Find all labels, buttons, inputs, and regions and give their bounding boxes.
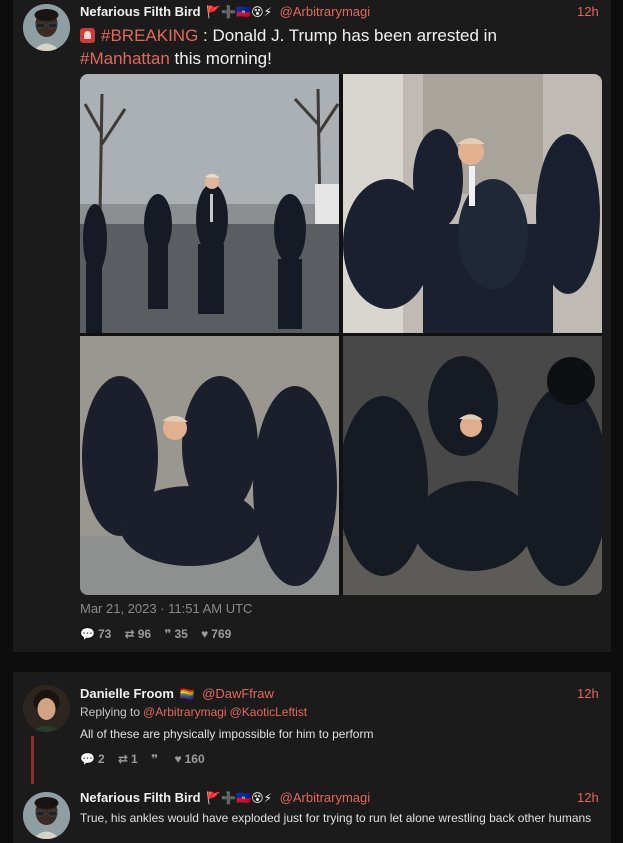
- reply1-name-line: Danielle Froom 🏳️‍🌈 @DawFfraw: [80, 686, 274, 701]
- replying-handle-2[interactable]: @KaoticLeftist: [230, 705, 308, 719]
- author-avatar[interactable]: [23, 4, 70, 51]
- comment-icon: 💬: [80, 627, 95, 641]
- comments-stat[interactable]: 💬 73: [80, 627, 111, 641]
- reply2-text: True, his ankles would have exploded jus…: [80, 811, 592, 825]
- retweets-stat[interactable]: ⇄ 96: [125, 627, 151, 641]
- reply1-time[interactable]: 12h: [577, 686, 599, 701]
- tweet-text: #BREAKING : Donald J. Trump has been arr…: [80, 24, 600, 70]
- quote-icon: ❞: [164, 627, 172, 641]
- reply1-likes-stat[interactable]: ♥ 160: [174, 752, 204, 766]
- tweet-date[interactable]: Mar 21, 2023 · 11:51 AM UTC: [80, 601, 252, 616]
- heart-icon: ♥: [201, 627, 209, 641]
- comment-icon: 💬: [80, 752, 95, 766]
- quotes-count: 35: [174, 627, 188, 641]
- reply2-name-line: Nefarious Filth Bird 🚩➕🇭🇹😵⚡ @Arbitraryma…: [80, 790, 370, 805]
- quotes-stat[interactable]: ❞ 35: [164, 627, 187, 641]
- author-name-line: Nefarious Filth Bird 🚩➕🇭🇹😵⚡ @Arbitraryma…: [80, 4, 370, 19]
- reply2-avatar[interactable]: [23, 792, 70, 839]
- photo-4[interactable]: [343, 336, 602, 595]
- reply1-avatar[interactable]: [23, 685, 70, 732]
- tweet-time[interactable]: 12h: [577, 4, 599, 19]
- reply1-quotes-stat[interactable]: ❞: [151, 752, 161, 766]
- heart-icon: ♥: [174, 752, 182, 766]
- reply2-author-name[interactable]: Nefarious Filth Bird: [80, 790, 201, 805]
- reply2-time[interactable]: 12h: [577, 790, 599, 805]
- replying-label: Replying to: [80, 705, 141, 719]
- reply2-handle[interactable]: @Arbitrarymagi: [280, 790, 371, 805]
- siren-icon: [80, 28, 95, 43]
- author-flags: 🚩➕🇭🇹😵⚡: [206, 5, 273, 19]
- tweet-text-end: this morning!: [169, 49, 272, 68]
- author-handle[interactable]: @Arbitrarymagi: [280, 4, 371, 19]
- thread-connector-line: [31, 736, 34, 784]
- reply1-comments-stat[interactable]: 💬 2: [80, 752, 105, 766]
- replying-to-line: Replying to @Arbitrarymagi @KaoticLeftist: [80, 705, 307, 719]
- hashtag-manhattan[interactable]: #Manhattan: [80, 49, 170, 68]
- reply1-text: All of these are physically impossible f…: [80, 727, 374, 741]
- reply2-flags: 🚩➕🇭🇹😵⚡: [206, 791, 273, 805]
- photo-2[interactable]: [343, 74, 602, 333]
- tweet-stats: 💬 73 ⇄ 96 ❞ 35 ♥ 769: [80, 627, 241, 641]
- tweet-text-mid: : Donald J. Trump has been arrested in: [198, 26, 497, 45]
- photo-grid: [80, 74, 602, 595]
- replying-handle-1[interactable]: @Arbitrarymagi: [143, 705, 227, 719]
- reply1-comments-count: 2: [97, 752, 105, 766]
- reply1-likes-count: 160: [184, 752, 205, 766]
- likes-stat[interactable]: ♥ 769: [201, 627, 231, 641]
- retweet-icon: ⇄: [124, 627, 135, 641]
- retweets-count: 96: [137, 627, 152, 641]
- hashtag-breaking[interactable]: #BREAKING: [101, 26, 198, 45]
- photo-3[interactable]: [80, 336, 339, 595]
- reply1-retweets-count: 1: [131, 752, 138, 766]
- quote-icon: ❞: [151, 752, 159, 766]
- reply1-retweets-stat[interactable]: ⇄ 1: [118, 752, 138, 766]
- reply1-stats: 💬 2 ⇄ 1 ❞ ♥ 160: [80, 752, 215, 766]
- retweet-icon: ⇄: [117, 752, 129, 766]
- reply1-flags: 🏳️‍🌈: [179, 687, 195, 701]
- main-tweet-card[interactable]: Nefarious Filth Bird 🚩➕🇭🇹😵⚡ @Arbitraryma…: [13, 0, 611, 652]
- author-name[interactable]: Nefarious Filth Bird: [80, 4, 201, 19]
- reply1-handle[interactable]: @DawFfraw: [202, 686, 274, 701]
- photo-1[interactable]: [80, 74, 339, 333]
- likes-count: 769: [211, 627, 232, 641]
- reply1-author-name[interactable]: Danielle Froom: [80, 686, 174, 701]
- comments-count: 73: [97, 627, 112, 641]
- reply-thread-card: Danielle Froom 🏳️‍🌈 @DawFfraw 12h Replyi…: [13, 672, 611, 843]
